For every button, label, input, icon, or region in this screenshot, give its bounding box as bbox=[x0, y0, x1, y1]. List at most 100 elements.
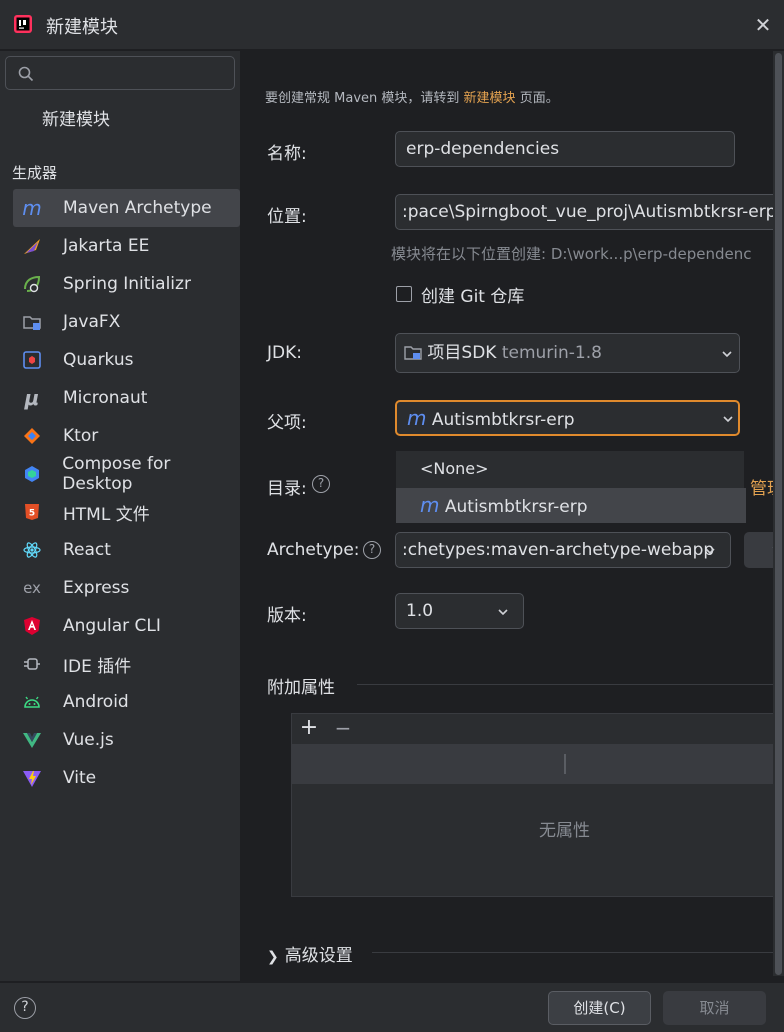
properties-header bbox=[292, 744, 784, 784]
generator-label: HTML 文件 bbox=[63, 504, 150, 525]
create-button[interactable]: 创建(C) bbox=[548, 991, 651, 1025]
catalog-help-icon[interactable]: ? bbox=[312, 475, 330, 493]
generator-express[interactable]: ex Express bbox=[13, 569, 240, 607]
generator-label: Android bbox=[63, 692, 129, 712]
archetype-help-icon[interactable]: ? bbox=[363, 541, 381, 559]
generator-react[interactable]: React bbox=[13, 531, 240, 569]
generator-android[interactable]: Android bbox=[13, 683, 240, 721]
parent-dropdown-popup: <None> m Autismbtkrsr-erp bbox=[395, 450, 746, 523]
android-icon bbox=[21, 691, 43, 713]
quarkus-icon bbox=[21, 349, 43, 371]
jdk-prefix: 项目SDK bbox=[427, 343, 497, 363]
angular-icon bbox=[21, 615, 43, 637]
chevron-down-icon bbox=[723, 416, 733, 423]
generator-quarkus[interactable]: Quarkus bbox=[13, 341, 240, 379]
location-field[interactable]: :pace\Spirngboot_vue_proj\Autismbtkrsr-e… bbox=[395, 194, 784, 230]
generator-javafx[interactable]: JavaFX bbox=[13, 303, 240, 341]
archetype-select[interactable]: :chetypes:maven-archetype-webapp bbox=[395, 532, 731, 568]
archetype-value: :chetypes:maven-archetype-webapp bbox=[402, 540, 715, 560]
generator-vuejs[interactable]: Vue.js bbox=[13, 721, 240, 759]
git-repo-label: 创建 Git 仓库 bbox=[421, 287, 525, 307]
chevron-down-icon bbox=[705, 548, 715, 555]
generator-label: Express bbox=[63, 578, 130, 598]
search-icon bbox=[18, 66, 34, 82]
generator-label: IDE 插件 bbox=[63, 656, 132, 677]
chevron-right-icon: ❯ bbox=[267, 949, 279, 965]
version-select[interactable]: 1.0 bbox=[395, 593, 524, 629]
new-module-item[interactable]: 新建模块 bbox=[42, 105, 110, 130]
generator-maven-archetype[interactable]: m Maven Archetype bbox=[13, 189, 240, 227]
parent-option-autismbtkrsr-erp[interactable]: m Autismbtkrsr-erp bbox=[396, 488, 746, 523]
generator-angular-cli[interactable]: Angular CLI bbox=[13, 607, 240, 645]
generators-label: 生成器 bbox=[12, 164, 58, 182]
intellij-logo-icon bbox=[14, 15, 32, 33]
svg-text:5: 5 bbox=[29, 509, 35, 519]
title-bar: 新建模块 ✕ bbox=[0, 0, 784, 50]
generator-label: Micronaut bbox=[63, 388, 148, 408]
plugin-icon bbox=[21, 653, 43, 675]
git-repo-checkbox[interactable] bbox=[396, 286, 412, 302]
vite-icon bbox=[21, 767, 43, 789]
add-property-button[interactable]: + bbox=[298, 714, 320, 744]
generator-sidebar: 新建模块 生成器 m Maven Archetype Jakarta EE Sp… bbox=[0, 51, 241, 981]
html5-icon: 5 bbox=[21, 501, 43, 523]
generator-jakarta-ee[interactable]: Jakarta EE bbox=[13, 227, 240, 265]
help-button[interactable]: ? bbox=[14, 997, 36, 1019]
remove-property-button[interactable]: − bbox=[332, 714, 354, 744]
compose-icon bbox=[21, 463, 42, 485]
properties-toolbar: + − bbox=[292, 714, 784, 744]
catalog-label: 目录: bbox=[267, 479, 307, 499]
generator-compose-desktop[interactable]: Compose for Desktop bbox=[13, 454, 240, 494]
generator-spring-initializr[interactable]: Spring Initializr bbox=[13, 265, 240, 303]
react-icon bbox=[21, 539, 43, 561]
name-field[interactable]: erp-dependencies bbox=[395, 131, 735, 167]
maven-icon: m bbox=[22, 196, 42, 220]
generator-ide-plugin[interactable]: IDE 插件 bbox=[13, 645, 240, 683]
window-title: 新建模块 bbox=[46, 17, 118, 38]
additional-properties-title: 附加属性 bbox=[267, 678, 335, 698]
scrollbar-thumb[interactable] bbox=[775, 53, 782, 975]
ktor-icon bbox=[21, 425, 43, 447]
folder-icon bbox=[404, 346, 422, 360]
parent-option-none[interactable]: <None> bbox=[396, 451, 746, 487]
version-label: 版本: bbox=[267, 606, 307, 626]
advanced-settings-toggle[interactable]: ❯ 高级设置 bbox=[267, 941, 353, 966]
generator-label: Jakarta EE bbox=[63, 236, 150, 256]
generator-label: Ktor bbox=[63, 426, 99, 446]
jdk-select[interactable]: 项目SDK temurin-1.8 bbox=[395, 333, 740, 373]
section-divider bbox=[372, 952, 784, 953]
intro-suffix: 页面。 bbox=[519, 91, 559, 106]
close-icon: ✕ bbox=[754, 13, 772, 37]
generator-label: Vue.js bbox=[63, 730, 114, 750]
generator-html[interactable]: 5 HTML 文件 bbox=[13, 493, 240, 531]
javafx-icon bbox=[21, 311, 43, 333]
column-divider[interactable] bbox=[564, 754, 566, 774]
version-value: 1.0 bbox=[406, 601, 434, 621]
dialog-footer: ? 创建(C) 取消 bbox=[0, 982, 784, 1032]
generator-ktor[interactable]: Ktor bbox=[13, 417, 240, 455]
name-label: 名称: bbox=[267, 144, 307, 164]
express-icon: ex bbox=[23, 579, 41, 597]
jakarta-icon bbox=[21, 235, 43, 257]
generator-label: React bbox=[63, 540, 111, 560]
new-module-link[interactable]: 新建模块 bbox=[464, 91, 516, 106]
location-hint: 模块将在以下位置创建: D:\work...p\erp-dependenc bbox=[391, 245, 752, 263]
chevron-down-icon bbox=[498, 609, 508, 616]
advanced-settings-label: 高级设置 bbox=[284, 946, 353, 966]
parent-select[interactable]: m Autismbtkrsr-erp bbox=[395, 400, 740, 436]
search-input[interactable] bbox=[5, 56, 235, 90]
generator-micronaut[interactable]: μ Micronaut bbox=[13, 379, 240, 417]
scrollbar[interactable] bbox=[773, 51, 784, 976]
close-button[interactable]: ✕ bbox=[750, 12, 776, 38]
location-label: 位置: bbox=[267, 207, 307, 227]
generator-label: Compose for Desktop bbox=[62, 454, 171, 494]
generator-vite[interactable]: Vite bbox=[13, 759, 240, 797]
spring-icon bbox=[21, 273, 43, 295]
cancel-button[interactable]: 取消 bbox=[663, 991, 766, 1025]
maven-icon: m bbox=[420, 493, 440, 517]
jdk-label: JDK: bbox=[267, 343, 302, 363]
generator-label: Vite bbox=[63, 768, 97, 788]
generator-label: Maven Archetype bbox=[63, 198, 212, 218]
option-label: Autismbtkrsr-erp bbox=[444, 497, 588, 517]
properties-empty-text: 无属性 bbox=[539, 821, 590, 841]
